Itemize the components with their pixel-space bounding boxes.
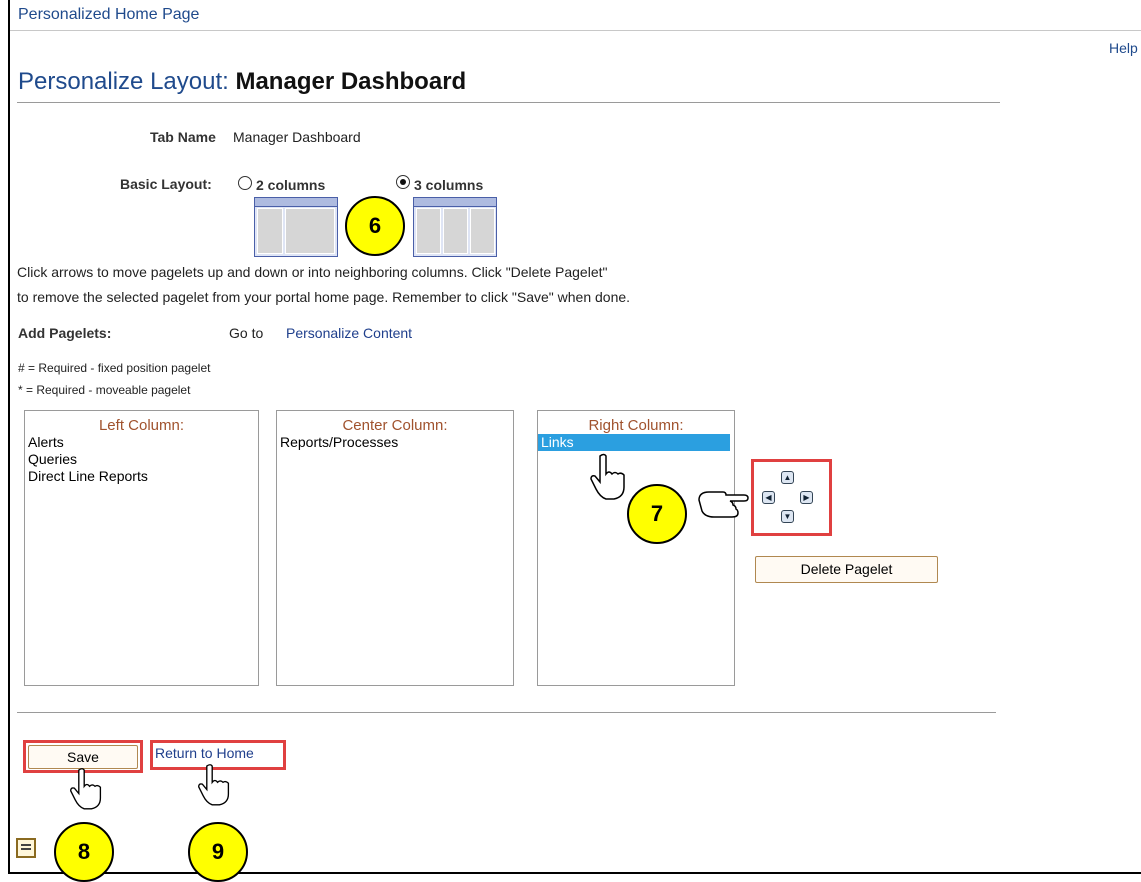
arrow-down-icon[interactable]: ▼ [781,510,794,523]
arrow-left-icon[interactable]: ◀ [762,491,775,504]
layout-3-columns-thumbnail[interactable] [413,197,497,257]
callout-6: 6 [345,196,405,256]
page-title-prefix: Personalize Layout: [18,68,229,95]
arrow-right-icon[interactable]: ▶ [800,491,813,504]
portal-title: Personalized Home Page [18,6,200,23]
page-icon[interactable] [16,838,36,858]
list-item[interactable]: Queries [25,451,258,468]
list-item[interactable]: Direct Line Reports [25,468,258,485]
instructions-line-2: to remove the selected pagelet from your… [17,289,631,305]
hand-pointer-icon [590,453,625,500]
callout-9: 9 [188,822,248,882]
center-column-title: Center Column: [342,417,448,434]
hand-pointer-icon [70,768,102,810]
center-column-list[interactable]: Center Column: Reports/Processes [276,410,514,686]
basic-layout-label: Basic Layout: [120,176,212,192]
radio-2-columns[interactable] [238,176,252,190]
option-3-columns-label[interactable]: 3 columns [414,177,483,193]
radio-3-columns[interactable] [396,175,410,189]
goto-text: Go to [229,325,264,341]
personalize-content-link[interactable]: Personalize Content [286,325,412,341]
list-item[interactable]: Alerts [25,434,258,451]
layout-2-columns-thumbnail[interactable] [254,197,338,257]
page-title-name: Manager Dashboard [235,68,467,95]
right-column-title: Right Column: [588,417,684,434]
option-2-columns-label[interactable]: 2 columns [256,177,325,193]
add-pagelets-label: Add Pagelets: [18,325,112,341]
callout-7: 7 [627,484,687,544]
tab-name-label: Tab Name [150,129,216,145]
hand-pointing-right-icon [698,491,749,518]
callout-8: 8 [54,822,114,882]
tab-name-value: Manager Dashboard [233,129,361,145]
list-item-selected[interactable]: Links [538,434,730,451]
help-link[interactable]: Help [1109,40,1138,56]
delete-pagelet-button[interactable]: Delete Pagelet [755,556,938,583]
instructions-line-1: Click arrows to move pagelets up and dow… [17,264,608,280]
return-to-home-link[interactable]: Return to Home [155,745,254,761]
header-divider [17,102,1000,103]
legend-moveable: * = Required - moveable pagelet [18,383,191,397]
left-column-list[interactable]: Left Column: Alerts Queries Direct Line … [24,410,259,686]
list-item[interactable]: Reports/Processes [277,434,513,451]
footer-divider [17,712,996,713]
hand-pointer-icon [198,764,230,806]
page-title: Personalize Layout: Manager Dashboard [18,68,466,96]
right-column-list[interactable]: Right Column: Links [537,410,735,686]
arrow-up-icon[interactable]: ▲ [781,471,794,484]
left-column-title: Left Column: [98,417,185,434]
legend-fixed: # = Required - fixed position pagelet [18,361,211,375]
